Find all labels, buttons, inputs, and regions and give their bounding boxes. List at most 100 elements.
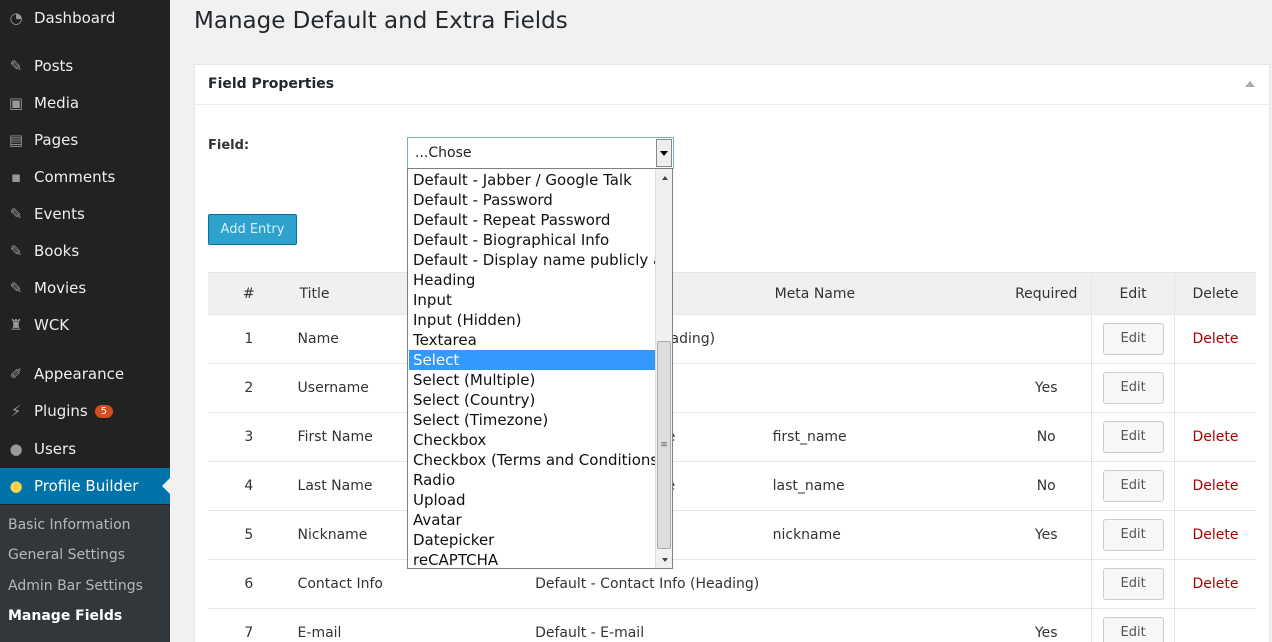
delete-link[interactable]: Delete xyxy=(1192,331,1238,347)
dropdown-option[interactable]: Select (Multiple) xyxy=(409,370,655,390)
sidebar-item-comments[interactable]: ▪ Comments xyxy=(0,159,170,195)
table-row: 6 Contact Info Default - Contact Info (Hea… xyxy=(208,559,1256,609)
dropdown-option[interactable]: Checkbox xyxy=(409,430,655,450)
dropdown-option[interactable]: Avatar xyxy=(409,510,655,530)
edit-button[interactable]: Edit xyxy=(1102,323,1164,355)
dropdown-option[interactable]: Checkbox (Terms and Conditions) xyxy=(409,450,664,470)
sidebar-item-text: Comments xyxy=(34,168,116,186)
row-num: 6 xyxy=(208,559,290,609)
header-edit: Edit xyxy=(1091,272,1175,315)
dropdown-option[interactable]: Default - Repeat Password xyxy=(409,210,655,230)
row-required xyxy=(1001,559,1092,609)
scroll-down-icon[interactable] xyxy=(656,551,672,568)
edit-button[interactable]: Edit xyxy=(1102,568,1164,600)
row-required xyxy=(1001,314,1092,364)
row-required: Yes xyxy=(1001,608,1092,642)
submenu-item-admin-bar-settings[interactable]: Admin Bar Settings xyxy=(8,578,143,594)
page-title: Manage Default and Extra Fields xyxy=(194,8,568,34)
sidebar-item-appearance[interactable]: ✐ Appearance xyxy=(0,356,170,392)
dropdown-option[interactable]: Upload xyxy=(409,490,655,510)
edit-button[interactable]: Edit xyxy=(1102,617,1164,642)
edit-button[interactable]: Edit xyxy=(1102,372,1164,404)
dropdown-option[interactable]: Input (Hidden) xyxy=(409,310,655,330)
delete-link[interactable]: Delete xyxy=(1192,576,1238,592)
dropdown-option[interactable]: Select xyxy=(409,350,655,370)
row-edit-cell: Edit xyxy=(1091,510,1175,560)
sidebar-item-text: Events xyxy=(34,205,85,223)
sidebar-item-dashboard[interactable]: ◔ Dashboard xyxy=(0,0,170,36)
delete-link[interactable]: Delete xyxy=(1192,429,1238,445)
sidebar-item-books[interactable]: ✎ Books xyxy=(0,233,170,269)
row-meta-name: first_name xyxy=(764,412,1002,462)
sidebar-item-users[interactable]: ● Users xyxy=(0,431,170,467)
fields-table: # Title Type Meta Name Required Edit Del… xyxy=(208,272,1256,642)
dropdown-option[interactable]: Default - Password xyxy=(409,190,655,210)
update-count-badge: 5 xyxy=(94,405,114,418)
plugin-icon: ⚡ xyxy=(10,402,22,420)
row-edit-cell: Edit xyxy=(1091,608,1175,642)
row-required: Yes xyxy=(1001,510,1092,560)
sidebar-item-events[interactable]: ✎ Events xyxy=(0,196,170,232)
pin-icon: ✎ xyxy=(9,242,23,260)
sidebar-item-label: WCK xyxy=(34,316,69,334)
edit-button[interactable]: Edit xyxy=(1102,470,1164,502)
delete-link[interactable]: Delete xyxy=(1192,478,1238,494)
row-num: 2 xyxy=(208,363,290,413)
dropdown-option[interactable]: Default - Jabber / Google Talk xyxy=(409,170,655,190)
row-num: 1 xyxy=(208,314,290,364)
add-entry-button[interactable]: Add Entry xyxy=(208,214,297,245)
sidebar-item-text: WCK xyxy=(34,316,70,334)
submenu-item-manage-fields[interactable]: Manage Fields xyxy=(8,608,122,624)
delete-link[interactable]: Delete xyxy=(1192,527,1238,543)
row-delete-cell: Delete xyxy=(1173,461,1256,511)
submenu-item-general-settings[interactable]: General Settings xyxy=(8,547,125,563)
collapse-arrow-icon[interactable] xyxy=(1245,81,1255,87)
sidebar-item-plugins[interactable]: ⚡ Plugins 5 xyxy=(0,393,170,429)
scroll-up-icon[interactable] xyxy=(656,169,672,186)
dropdown-option[interactable]: Radio xyxy=(409,470,655,490)
edit-button[interactable]: Edit xyxy=(1102,519,1164,551)
table-row: 3First NameDefault - First Namefirst_nam… xyxy=(208,412,1256,462)
table-row: 1NameDefault - Name (Heading)EditDelete xyxy=(208,314,1256,364)
sidebar-item-text: Media xyxy=(34,94,80,112)
edit-button[interactable]: Edit xyxy=(1102,421,1164,453)
sidebar-item-pages[interactable]: ▤ Pages xyxy=(0,122,170,158)
sidebar-item-label: Comments xyxy=(34,168,115,186)
field-type-dropdown-list[interactable]: reCAPTCHA Datepicker Avatar Upload Radio Chec… xyxy=(407,168,673,569)
scrollbar-thumb[interactable]: ≡ xyxy=(657,341,671,549)
dropdown-scrollbar[interactable]: ≡ xyxy=(655,169,672,568)
dropdown-option[interactable]: Textarea xyxy=(409,330,655,350)
sidebar-item-posts[interactable]: ✎ Posts xyxy=(0,48,170,84)
pages-icon: ▤ xyxy=(8,131,24,149)
field-select-value: ...Chose xyxy=(415,145,472,161)
dropdown-option[interactable]: Select (Country) xyxy=(409,390,655,410)
sidebar-item-movies[interactable]: ✎ Movies xyxy=(0,270,170,306)
sidebar-item-profile-builder[interactable]: ● Profile Builder xyxy=(0,468,170,504)
sidebar-item-media[interactable]: ▣ Media xyxy=(0,85,170,121)
profile-icon: ● xyxy=(9,477,23,495)
dropdown-option[interactable]: Datepicker xyxy=(409,530,655,550)
dropdown-option[interactable]: Select (Timezone) xyxy=(409,410,655,430)
chevron-down-icon[interactable] xyxy=(656,139,672,167)
field-select[interactable]: ...Chose xyxy=(407,137,674,169)
row-num: 5 xyxy=(208,510,290,560)
postbox-header[interactable]: Field Properties xyxy=(195,65,1269,105)
pin-icon: ✎ xyxy=(9,57,23,75)
sidebar-item-text: Users xyxy=(34,440,77,458)
row-edit-cell: Edit xyxy=(1091,314,1175,364)
dropdown-option[interactable]: Input xyxy=(409,290,655,310)
sidebar-item-wck[interactable]: ♜ WCK xyxy=(0,307,170,343)
dropdown-option[interactable]: Default - Display name publicly as xyxy=(409,250,670,270)
submenu-item-basic-information[interactable]: Basic Information xyxy=(8,517,131,533)
dropdown-option[interactable]: reCAPTCHA xyxy=(409,550,655,568)
row-delete-cell xyxy=(1173,363,1256,413)
row-delete-cell: Delete xyxy=(1173,314,1256,364)
row-edit-cell: Edit xyxy=(1091,363,1175,413)
row-required: Yes xyxy=(1001,363,1092,413)
dashboard-icon: ◔ xyxy=(9,9,23,27)
dropdown-option[interactable]: Default - Biographical Info xyxy=(409,230,655,250)
dropdown-option[interactable]: Heading xyxy=(409,270,655,290)
user-icon: ● xyxy=(9,440,23,458)
table-row: 2UsernameDefault - UsernameYesEdit xyxy=(208,363,1256,413)
header-num: # xyxy=(208,272,290,315)
